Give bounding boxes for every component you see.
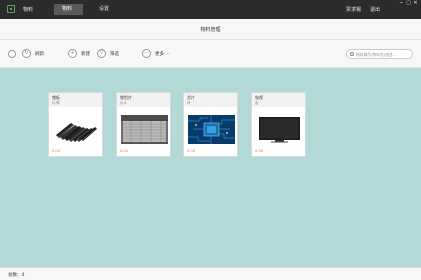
- refresh-icon: ↻: [22, 49, 31, 58]
- new-button[interactable]: + 新建: [68, 49, 90, 58]
- filter-label: 筛选: [110, 51, 119, 57]
- material-card[interactable]: 电视 台 0.00: [251, 92, 306, 157]
- select-all-checkbox[interactable]: [8, 50, 16, 58]
- card-header: 锂铝片 片/1: [117, 93, 170, 107]
- refresh-label: 刷新: [35, 51, 44, 57]
- new-label: 新建: [81, 51, 90, 57]
- logout-link[interactable]: 退出: [370, 6, 380, 13]
- title-bar: 物料 物料 设置 贾求锡 退出 − ▢ ✕: [0, 0, 421, 19]
- search-input[interactable]: [356, 51, 411, 57]
- window-controls: − ▢ ✕: [398, 0, 419, 7]
- close-icon[interactable]: ✕: [412, 0, 419, 7]
- card-header: 芯片 块: [184, 93, 237, 107]
- card-unit: 块: [187, 100, 191, 105]
- page-title: 物料管理: [200, 27, 221, 33]
- app-title: 物料: [23, 7, 34, 13]
- more-label: 更多: [155, 51, 164, 57]
- user-name-link[interactable]: 贾求锡: [346, 6, 361, 13]
- card-unit: 片/1: [120, 100, 127, 105]
- lithium-plates-image: [53, 115, 100, 144]
- filter-icon: ▽: [97, 49, 106, 58]
- card-price: 0.00: [120, 149, 129, 153]
- more-icon: ⋯: [142, 49, 151, 58]
- card-header: 电视 台: [252, 93, 305, 107]
- toolbar: ↻ 刷新 + 新建 ▽ 筛选 ⋯ 更多 ⌄: [0, 40, 421, 68]
- more-button[interactable]: ⋯ 更多 ⌄: [142, 49, 170, 58]
- minimize-icon[interactable]: −: [398, 0, 405, 7]
- refresh-button[interactable]: ↻ 刷新: [22, 49, 44, 58]
- maximize-icon[interactable]: ▢: [405, 0, 412, 7]
- card-unit: 片/件: [52, 100, 61, 105]
- card-price: 0.00: [255, 149, 264, 153]
- card-price: 0.00: [52, 149, 61, 153]
- app-logo-icon: [7, 5, 15, 13]
- total-value: 4: [21, 273, 25, 278]
- search-icon: [350, 52, 354, 56]
- total-count: 总数：4: [8, 272, 24, 278]
- card-header: 锂板 片/件: [49, 93, 102, 107]
- search-box[interactable]: [346, 49, 413, 59]
- plus-icon: +: [68, 49, 77, 58]
- tab-materials[interactable]: 物料: [54, 4, 83, 15]
- aluminum-sheets-image: [121, 115, 168, 144]
- card-unit: 台: [255, 100, 259, 105]
- page-header: 物料管理: [0, 19, 421, 40]
- tv-monitor-image: [256, 115, 303, 144]
- material-card[interactable]: 锂板 片/件 0.00: [48, 92, 103, 157]
- total-label: 总数：: [8, 273, 22, 278]
- chevron-down-icon: ⌄: [166, 51, 170, 56]
- material-card[interactable]: 芯片 块 0.00: [183, 92, 238, 157]
- card-price: 0.00: [187, 149, 196, 153]
- tab-settings[interactable]: 设置: [91, 4, 117, 15]
- circuit-chip-image: [188, 115, 235, 144]
- filter-button[interactable]: ▽ 筛选: [97, 49, 119, 58]
- status-bar: 总数：4: [0, 267, 421, 280]
- material-card[interactable]: 锂铝片 片/1 0.00: [116, 92, 171, 157]
